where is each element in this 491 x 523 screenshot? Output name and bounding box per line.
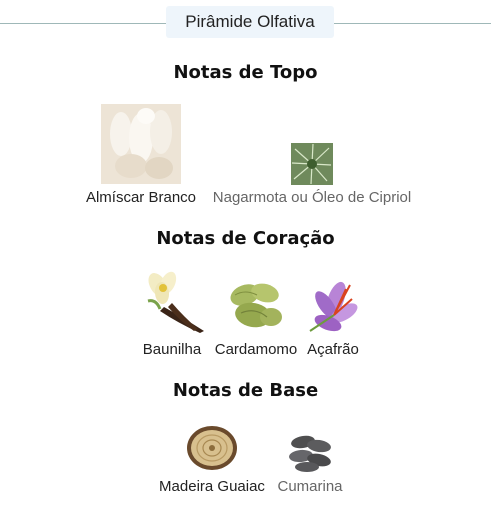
divider-right <box>334 23 491 24</box>
note-saffron[interactable]: Açafrão <box>304 271 362 359</box>
pyramid-title: Pirâmide Olfativa <box>166 6 334 38</box>
top-notes-title: Notas de Topo <box>173 62 318 83</box>
note-label: Almíscar Branco <box>85 189 197 206</box>
heart-notes-title: Notas de Coração <box>156 228 335 249</box>
white-musk-image <box>101 104 181 184</box>
note-cardamom[interactable]: Cardamomo <box>210 271 302 359</box>
note-nagarmota[interactable]: Nagarmota ou Óleo de Cipriol <box>204 104 420 206</box>
divider-left <box>0 23 167 24</box>
note-label: Açafrão <box>307 341 359 358</box>
note-label: Cardamomo <box>214 341 298 358</box>
saffron-image <box>306 279 360 335</box>
coumarin-image <box>289 432 331 472</box>
note-label: Baunilha <box>142 341 202 358</box>
note-coumarin[interactable]: Cumarina <box>272 424 348 498</box>
note-white-musk[interactable]: Almíscar Branco <box>80 104 202 206</box>
cardamom-image <box>227 271 283 335</box>
vanilla-image <box>138 271 206 335</box>
base-notes-title: Notas de Base <box>172 380 319 401</box>
note-label: Nagarmota ou Óleo de Cipriol <box>212 189 412 206</box>
guaiac-wood-image <box>186 424 238 472</box>
note-label: Madeira Guaiac <box>159 478 265 495</box>
nagarmota-image <box>291 143 333 185</box>
note-vanilla[interactable]: Baunilha <box>138 271 206 359</box>
pyramid-header: Pirâmide Olfativa <box>0 6 491 40</box>
note-guaiac-wood[interactable]: Madeira Guaiac <box>154 424 270 498</box>
note-label: Cumarina <box>277 478 343 495</box>
